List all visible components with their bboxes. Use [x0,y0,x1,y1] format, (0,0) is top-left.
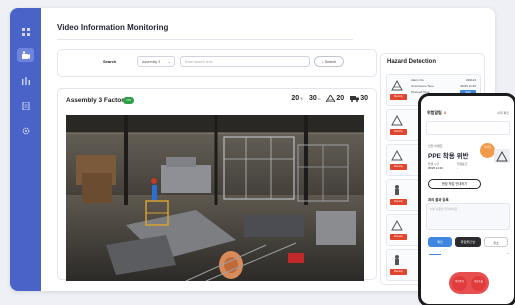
mobile-phone-mockup: 위험알림 3 이력 확인 안전 이벤트 PPE 착용 위반 미처리 발생 시간 0… [418,93,515,305]
truck-icon [350,96,360,102]
stat-vehicles: 30% [309,95,320,102]
crane-icon [391,114,403,126]
location-select-value: Assembly 3 [142,60,161,64]
chevron-down-icon: ⌄ [167,59,171,64]
alert-count: 3 [443,110,446,115]
factory-stats: 20 명 30% 20 30 [291,95,368,102]
arrow-right-icon[interactable]: → [505,250,510,256]
page-title: Video Information Monitoring [57,23,169,32]
result-section-title: 처리 결과 등록 [428,198,449,202]
stat-trucks: 30 [350,95,368,102]
stop-work-button[interactable]: 작업중지 [452,276,467,291]
search-bar: Search Assembly 3 ⌄ Enter search term ⌕ … [57,49,377,77]
phone-header-title: 위험알림 [427,110,442,115]
hazard-row-value: 349124 [465,78,476,82]
crane-icon [391,149,403,161]
search-icon: ⌕ [321,60,324,64]
meta-value: - [457,166,458,170]
title-divider [57,39,353,40]
stat-trucks-value: 30 [360,95,368,102]
crane-icon [326,95,336,102]
stat-workers-unit: 명 [300,96,303,101]
location-select[interactable]: Assembly 3 ⌄ [137,56,175,67]
hazard-tag: Density [390,199,407,205]
settings-icon[interactable] [17,124,34,138]
stat-cranes-value: 20 [336,95,345,102]
result-textarea[interactable]: 처리 내용을 입력하세요 [426,203,510,230]
factory-title: Assembly 3 Factory [66,97,128,104]
cancel-button[interactable]: 취소 [484,237,508,247]
history-link[interactable]: 이력 확인 [497,111,509,115]
alert-meta-level: 위험등급 - [457,162,467,170]
search-button-label: Search [324,60,337,64]
hazard-tag: Density [390,94,407,100]
phone-subheading: 안전 이벤트 [428,144,443,148]
progress-indicator [429,254,441,255]
crane-icon [496,150,508,162]
worker-icon [395,255,399,265]
meta-value: 05/25 12:40 [428,166,443,170]
status-badge: 미처리 [480,143,495,158]
worker-icon [395,185,399,195]
hazard-tag: Density [390,234,407,240]
equalizer-icon[interactable] [17,74,34,88]
phone-header: 위험알림 3 [427,110,446,116]
factory-scene-image [66,115,364,281]
stat-workers: 20 명 [291,95,303,102]
stat-vehicles-value: 30 [308,95,317,102]
cctv-video-feed[interactable] [66,115,364,281]
stat-vehicles-unit: % [317,96,321,101]
alert-thumbnail [494,149,510,163]
search-button[interactable]: ⌕ Search [314,56,344,67]
alert-title: PPE 착용 위반 [428,153,469,160]
stat-cranes: 20 [326,95,344,102]
confirm-button[interactable]: 확인 [428,237,452,247]
meta-label: 위험등급 [457,162,468,166]
status-badge: ON [123,97,134,104]
hazard-tag: Density [390,269,407,275]
crane-icon [391,79,403,91]
phone-summary-card [426,121,510,135]
hazard-tag: Density [390,164,407,170]
hazard-title: Hazard Detection [387,59,437,65]
menu-grid-icon[interactable] [17,25,34,39]
stat-workers-value: 20 [291,95,300,102]
hazard-row-value: 05/25 11:30 [460,84,476,88]
hazard-object-button[interactable]: 위험물건 반 [455,237,481,247]
monitoring-icon[interactable] [17,48,34,62]
document-icon[interactable] [17,99,34,113]
phone-screen: 위험알림 3 이력 확인 안전 이벤트 PPE 착용 위반 미처리 발생 시간 0… [421,96,514,304]
video-panel: Assembly 3 Factory ON 20 명 30% 20 30 [57,88,377,281]
search-input[interactable]: Enter search term [180,56,310,67]
guide-button[interactable]: 현장 작업 안내하기 [428,179,481,189]
emergency-call-button[interactable]: 비상호출 [471,276,486,291]
crane-icon [391,219,403,231]
hazard-row-label: Occurrence Time [411,84,434,88]
hazard-row-label: Alarm No. [411,78,425,82]
alert-meta-time: 발생 시간 05/25 12:40 [428,162,443,170]
hazard-tag: Density [390,129,407,135]
sidebar [10,8,41,291]
search-label: Search [103,59,117,64]
